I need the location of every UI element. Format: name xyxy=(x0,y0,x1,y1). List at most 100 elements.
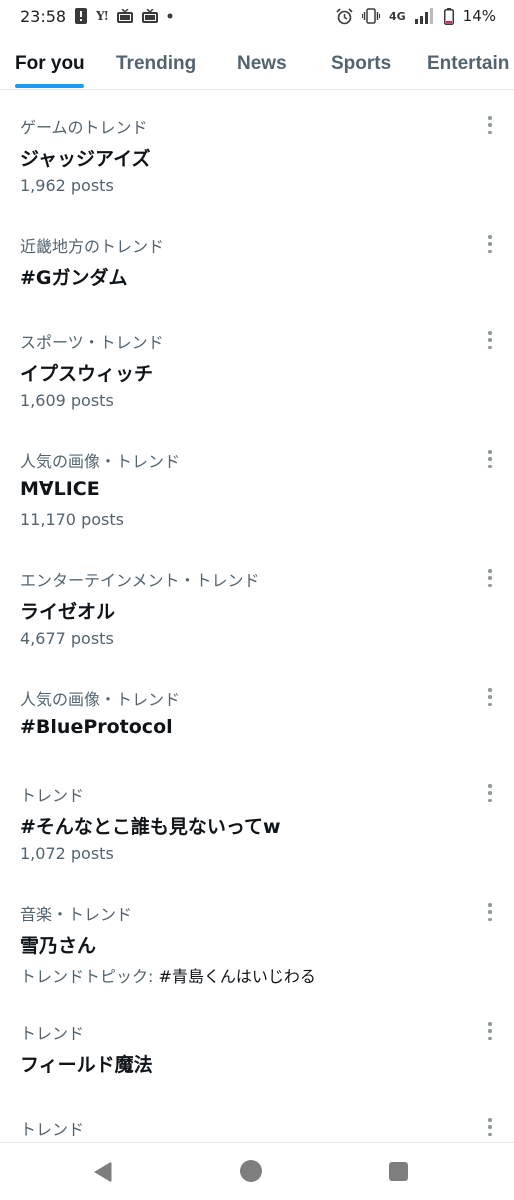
trend-item[interactable]: トレンド xyxy=(0,1116,514,1142)
more-dot-icon xyxy=(488,235,492,239)
tab-news[interactable]: News xyxy=(237,38,287,89)
trend-category: スポーツ・トレンド xyxy=(20,333,164,352)
more-options-button[interactable] xyxy=(484,903,496,921)
active-tab-indicator xyxy=(15,84,84,88)
more-options-button[interactable] xyxy=(484,1022,496,1040)
trend-item[interactable]: エンターテインメント・トレンド ライゼオル 4,677 posts xyxy=(0,567,514,667)
trend-title: 雪乃さん xyxy=(20,935,97,957)
more-dot-icon xyxy=(488,1125,492,1129)
more-dot-icon xyxy=(488,702,492,706)
more-dot-icon xyxy=(488,569,492,573)
trend-category: トレンド xyxy=(20,1120,85,1139)
more-options-button[interactable] xyxy=(484,569,496,587)
trend-title: ジャッジアイズ xyxy=(20,148,151,170)
system-nav-bar xyxy=(0,1142,514,1200)
trend-category: 人気の画像・トレンド xyxy=(20,452,181,471)
trend-item[interactable]: トレンド フィールド魔法 xyxy=(0,1020,514,1090)
trend-item[interactable]: トレンド #そんなとこ誰も見ないってw 1,072 posts xyxy=(0,782,514,882)
more-dot-icon xyxy=(488,576,492,580)
tab-entertainment[interactable]: Entertain xyxy=(427,38,509,89)
status-right: 4G 14% xyxy=(336,7,496,25)
trend-item[interactable]: 人気の画像・トレンド M∀LICE 11,170 posts xyxy=(0,448,514,548)
trend-item[interactable]: 近畿地方のトレンド #Gガンダム xyxy=(0,233,514,303)
trend-post-count: 1,072 posts xyxy=(20,844,114,863)
more-options-button[interactable] xyxy=(484,331,496,349)
trend-category: 音楽・トレンド xyxy=(20,905,133,924)
more-dot-icon xyxy=(488,242,492,246)
trend-post-count: 4,677 posts xyxy=(20,629,114,648)
trend-category: トレンド xyxy=(20,786,85,805)
more-dot-icon xyxy=(488,583,492,587)
more-dot-icon xyxy=(488,338,492,342)
trend-title: ライゼオル xyxy=(20,601,116,623)
more-dot-icon xyxy=(488,1132,492,1136)
trend-category: 人気の画像・トレンド xyxy=(20,690,181,709)
trend-category: 近畿地方のトレンド xyxy=(20,237,165,256)
more-dot-icon xyxy=(488,116,492,120)
more-dot-icon xyxy=(488,1022,492,1026)
more-dot-icon xyxy=(488,791,492,795)
trend-post-count: 11,170 posts xyxy=(20,510,124,529)
dot-icon xyxy=(167,13,173,19)
trend-title: フィールド魔法 xyxy=(20,1054,153,1076)
more-dot-icon xyxy=(488,130,492,134)
tv-icon xyxy=(116,9,133,23)
trend-title: #Gガンダム xyxy=(20,267,128,289)
more-dot-icon xyxy=(488,345,492,349)
tab-for-you[interactable]: For you xyxy=(15,38,85,89)
trend-item[interactable]: スポーツ・トレンド イプスウィッチ 1,609 posts xyxy=(0,329,514,429)
trend-topic-tag[interactable]: #青島くんはいじわる xyxy=(159,967,316,986)
more-dot-icon xyxy=(488,464,492,468)
more-dot-icon xyxy=(488,798,492,802)
tab-sports[interactable]: Sports xyxy=(331,38,391,89)
trend-item[interactable]: 人気の画像・トレンド #BlueProtocol xyxy=(0,686,514,756)
more-dot-icon xyxy=(488,688,492,692)
explore-screen: 23:58 Y! 4G 14% For you Trending News Sp… xyxy=(0,0,514,1200)
trend-list: ゲームのトレンド ジャッジアイズ 1,962 posts 近畿地方のトレンド #… xyxy=(0,90,514,1142)
alert-icon xyxy=(75,8,88,24)
tab-trending[interactable]: Trending xyxy=(116,38,196,89)
signal-icon xyxy=(414,8,435,24)
more-dot-icon xyxy=(488,249,492,253)
status-bar: 23:58 Y! 4G 14% xyxy=(0,0,514,32)
trend-title: #そんなとこ誰も見ないってw xyxy=(20,816,281,838)
trend-title: #BlueProtocol xyxy=(20,716,173,738)
network-type: 4G xyxy=(388,9,406,23)
battery-percent: 14% xyxy=(462,7,496,25)
trend-title: イプスウィッチ xyxy=(20,363,154,385)
battery-icon xyxy=(443,7,454,25)
alarm-icon xyxy=(336,7,353,25)
more-dot-icon xyxy=(488,695,492,699)
yahoo-icon: Y! xyxy=(96,9,109,23)
back-icon[interactable] xyxy=(92,1161,112,1187)
recents-icon[interactable] xyxy=(389,1162,408,1181)
trend-title: M∀LICE xyxy=(20,478,100,500)
more-dot-icon xyxy=(488,1029,492,1033)
status-left: 23:58 Y! xyxy=(20,7,173,26)
more-options-button[interactable] xyxy=(484,235,496,253)
more-dot-icon xyxy=(488,450,492,454)
trend-item[interactable]: 音楽・トレンド 雪乃さん トレンドトピック: #青島くんはいじわる xyxy=(0,901,514,1001)
trend-topic-label: トレンドトピック: xyxy=(20,967,154,986)
trend-post-count: 1,962 posts xyxy=(20,176,114,195)
explore-tabs: For you Trending News Sports Entertain xyxy=(0,38,514,90)
more-options-button[interactable] xyxy=(484,784,496,802)
more-dot-icon xyxy=(488,903,492,907)
more-dot-icon xyxy=(488,123,492,127)
vibrate-icon xyxy=(361,8,380,24)
more-dot-icon xyxy=(488,1036,492,1040)
trend-category: ゲームのトレンド xyxy=(20,118,148,137)
status-time: 23:58 xyxy=(20,6,67,26)
more-dot-icon xyxy=(488,1118,492,1122)
trend-category: トレンド xyxy=(20,1024,85,1043)
more-options-button[interactable] xyxy=(484,116,496,134)
home-icon[interactable] xyxy=(240,1160,262,1182)
more-options-button[interactable] xyxy=(484,450,496,468)
more-dot-icon xyxy=(488,457,492,461)
more-options-button[interactable] xyxy=(484,688,496,706)
more-dot-icon xyxy=(488,784,492,788)
more-options-button[interactable] xyxy=(484,1118,496,1136)
trend-post-count: 1,609 posts xyxy=(20,391,114,410)
trend-item[interactable]: ゲームのトレンド ジャッジアイズ 1,962 posts xyxy=(0,114,514,214)
trend-category: エンターテインメント・トレンド xyxy=(20,571,260,590)
